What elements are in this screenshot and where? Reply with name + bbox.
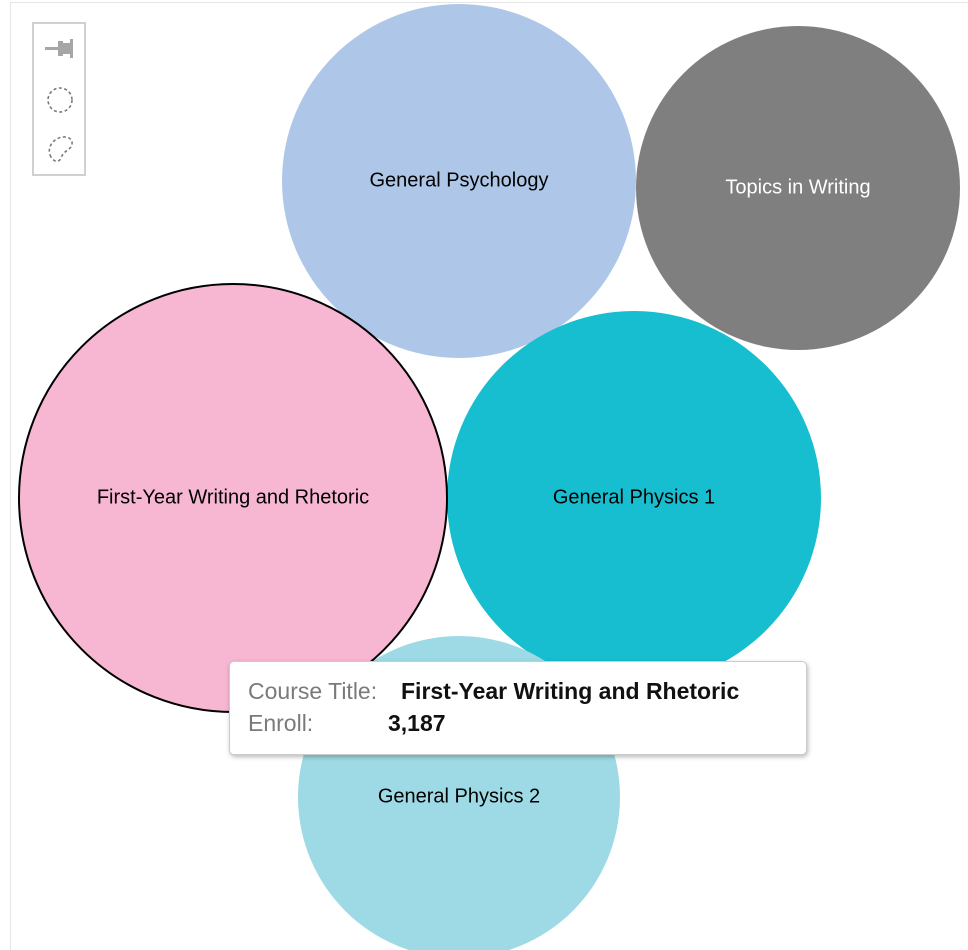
tooltip-enroll-key: Enroll: bbox=[248, 710, 314, 736]
tooltip: Course Title: First-Year Writing and Rhet… bbox=[229, 661, 807, 755]
bubble-label: Topics in Writing bbox=[725, 176, 870, 198]
bubble-label: General Psychology bbox=[370, 169, 549, 191]
tooltip-course-value: First-Year Writing and Rhetoric bbox=[401, 678, 740, 704]
bubble-topics-in-writing[interactable]: Topics in Writing bbox=[636, 26, 960, 350]
selection-toolbar bbox=[32, 22, 86, 176]
tooltip-course-key: Course Title: bbox=[248, 678, 378, 704]
bubble-label: General Physics 1 bbox=[553, 486, 715, 508]
lasso-select-tool-button[interactable] bbox=[43, 132, 77, 166]
pin-tool-button[interactable] bbox=[43, 32, 77, 66]
circle-select-tool-button[interactable] bbox=[43, 83, 77, 117]
bubble-general-psychology[interactable]: General Psychology bbox=[282, 4, 636, 358]
bubble-general-physics-1[interactable]: General Physics 1 bbox=[447, 311, 821, 685]
pushpin-icon bbox=[45, 39, 73, 58]
bubble-chart: General Psychology Topics in Writing Gener… bbox=[18, 4, 960, 950]
bubble-label: First-Year Writing and Rhetoric bbox=[97, 486, 369, 508]
tooltip-enroll-row: Enroll: 3,187 bbox=[248, 710, 446, 737]
tooltip-enroll-value: 3,187 bbox=[388, 710, 446, 736]
tooltip-course-row: Course Title: First-Year Writing and Rhet… bbox=[248, 678, 739, 705]
lasso-icon bbox=[48, 136, 73, 163]
dashed-circle-icon bbox=[47, 87, 73, 113]
bubble-first-year-writing-and-rhetoric[interactable]: First-Year Writing and Rhetoric bbox=[18, 283, 448, 713]
bubble-label: General Physics 2 bbox=[378, 785, 540, 807]
